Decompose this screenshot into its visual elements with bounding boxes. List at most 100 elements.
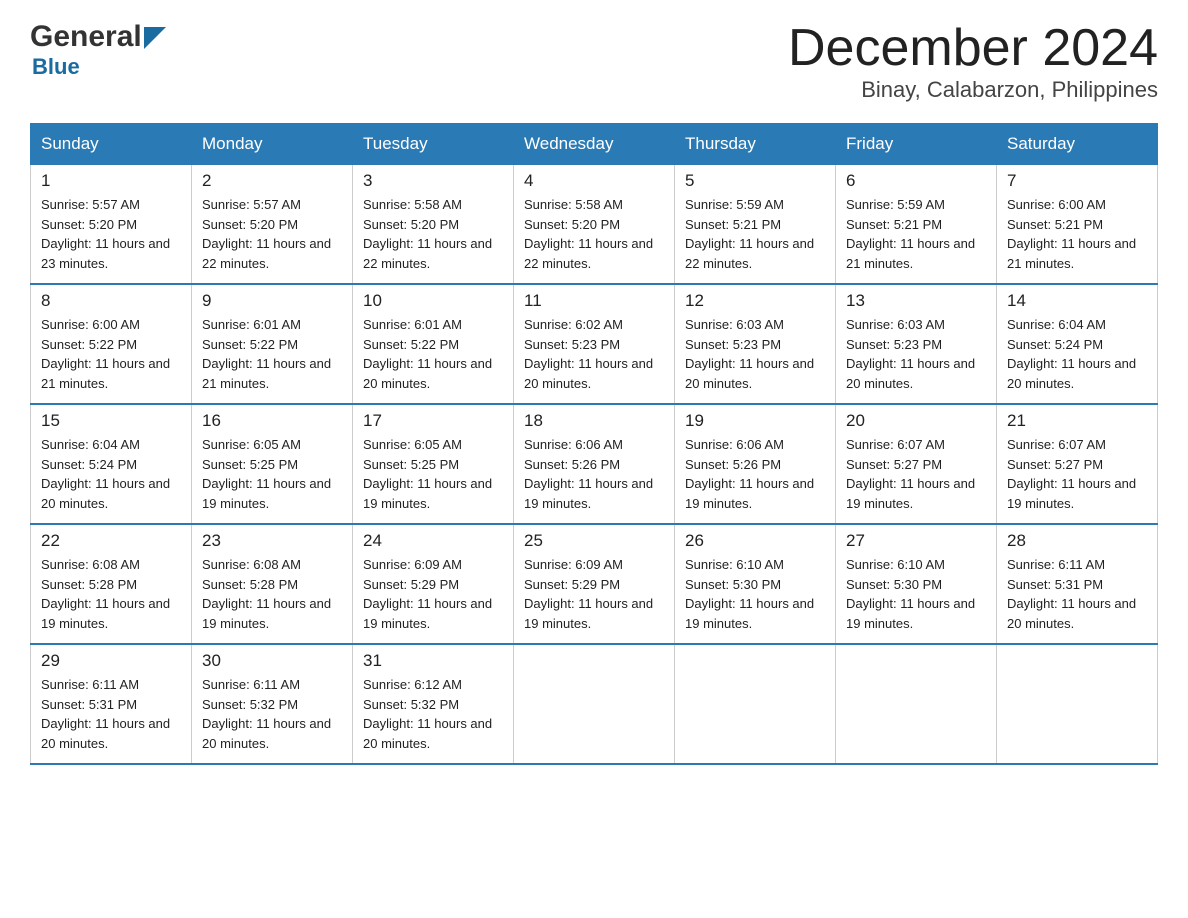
calendar-week-row: 29 Sunrise: 6:11 AMSunset: 5:31 PMDaylig… <box>31 644 1158 764</box>
calendar-cell: 11 Sunrise: 6:02 AMSunset: 5:23 PMDaylig… <box>514 284 675 404</box>
calendar-cell <box>514 644 675 764</box>
weekday-header-monday: Monday <box>192 124 353 165</box>
sun-info: Sunrise: 6:05 AMSunset: 5:25 PMDaylight:… <box>202 435 342 513</box>
calendar-cell: 29 Sunrise: 6:11 AMSunset: 5:31 PMDaylig… <box>31 644 192 764</box>
day-number: 16 <box>202 411 342 431</box>
day-number: 27 <box>846 531 986 551</box>
sun-info: Sunrise: 6:03 AMSunset: 5:23 PMDaylight:… <box>685 315 825 393</box>
logo-triangle-icon <box>144 27 166 49</box>
calendar-cell: 9 Sunrise: 6:01 AMSunset: 5:22 PMDayligh… <box>192 284 353 404</box>
calendar-cell: 19 Sunrise: 6:06 AMSunset: 5:26 PMDaylig… <box>675 404 836 524</box>
sun-info: Sunrise: 6:05 AMSunset: 5:25 PMDaylight:… <box>363 435 503 513</box>
calendar-cell: 21 Sunrise: 6:07 AMSunset: 5:27 PMDaylig… <box>997 404 1158 524</box>
day-number: 14 <box>1007 291 1147 311</box>
day-number: 15 <box>41 411 181 431</box>
calendar-cell: 27 Sunrise: 6:10 AMSunset: 5:30 PMDaylig… <box>836 524 997 644</box>
sun-info: Sunrise: 6:11 AMSunset: 5:31 PMDaylight:… <box>1007 555 1147 633</box>
day-number: 30 <box>202 651 342 671</box>
calendar-cell: 6 Sunrise: 5:59 AMSunset: 5:21 PMDayligh… <box>836 165 997 285</box>
calendar-cell: 24 Sunrise: 6:09 AMSunset: 5:29 PMDaylig… <box>353 524 514 644</box>
sun-info: Sunrise: 6:08 AMSunset: 5:28 PMDaylight:… <box>41 555 181 633</box>
sun-info: Sunrise: 6:04 AMSunset: 5:24 PMDaylight:… <box>1007 315 1147 393</box>
sun-info: Sunrise: 6:09 AMSunset: 5:29 PMDaylight:… <box>363 555 503 633</box>
calendar-cell: 28 Sunrise: 6:11 AMSunset: 5:31 PMDaylig… <box>997 524 1158 644</box>
sun-info: Sunrise: 6:02 AMSunset: 5:23 PMDaylight:… <box>524 315 664 393</box>
calendar-cell: 2 Sunrise: 5:57 AMSunset: 5:20 PMDayligh… <box>192 165 353 285</box>
day-number: 13 <box>846 291 986 311</box>
calendar-week-row: 22 Sunrise: 6:08 AMSunset: 5:28 PMDaylig… <box>31 524 1158 644</box>
sun-info: Sunrise: 6:10 AMSunset: 5:30 PMDaylight:… <box>846 555 986 633</box>
sun-info: Sunrise: 6:11 AMSunset: 5:31 PMDaylight:… <box>41 675 181 753</box>
calendar-cell: 25 Sunrise: 6:09 AMSunset: 5:29 PMDaylig… <box>514 524 675 644</box>
calendar-cell <box>836 644 997 764</box>
day-number: 1 <box>41 171 181 191</box>
day-number: 24 <box>363 531 503 551</box>
sun-info: Sunrise: 6:03 AMSunset: 5:23 PMDaylight:… <box>846 315 986 393</box>
calendar-cell: 15 Sunrise: 6:04 AMSunset: 5:24 PMDaylig… <box>31 404 192 524</box>
calendar-cell: 3 Sunrise: 5:58 AMSunset: 5:20 PMDayligh… <box>353 165 514 285</box>
day-number: 25 <box>524 531 664 551</box>
day-number: 2 <box>202 171 342 191</box>
calendar-cell: 31 Sunrise: 6:12 AMSunset: 5:32 PMDaylig… <box>353 644 514 764</box>
calendar-cell: 12 Sunrise: 6:03 AMSunset: 5:23 PMDaylig… <box>675 284 836 404</box>
sun-info: Sunrise: 6:00 AMSunset: 5:22 PMDaylight:… <box>41 315 181 393</box>
sun-info: Sunrise: 6:10 AMSunset: 5:30 PMDaylight:… <box>685 555 825 633</box>
calendar-cell: 5 Sunrise: 5:59 AMSunset: 5:21 PMDayligh… <box>675 165 836 285</box>
weekday-header-friday: Friday <box>836 124 997 165</box>
weekday-header-wednesday: Wednesday <box>514 124 675 165</box>
calendar-cell: 14 Sunrise: 6:04 AMSunset: 5:24 PMDaylig… <box>997 284 1158 404</box>
sun-info: Sunrise: 5:59 AMSunset: 5:21 PMDaylight:… <box>685 195 825 273</box>
calendar-cell: 20 Sunrise: 6:07 AMSunset: 5:27 PMDaylig… <box>836 404 997 524</box>
sun-info: Sunrise: 5:57 AMSunset: 5:20 PMDaylight:… <box>41 195 181 273</box>
day-number: 28 <box>1007 531 1147 551</box>
sun-info: Sunrise: 5:58 AMSunset: 5:20 PMDaylight:… <box>524 195 664 273</box>
calendar-table: SundayMondayTuesdayWednesdayThursdayFrid… <box>30 123 1158 765</box>
sun-info: Sunrise: 6:07 AMSunset: 5:27 PMDaylight:… <box>1007 435 1147 513</box>
page-subtitle: Binay, Calabarzon, Philippines <box>788 77 1158 103</box>
sun-info: Sunrise: 6:06 AMSunset: 5:26 PMDaylight:… <box>685 435 825 513</box>
day-number: 19 <box>685 411 825 431</box>
calendar-week-row: 15 Sunrise: 6:04 AMSunset: 5:24 PMDaylig… <box>31 404 1158 524</box>
sun-info: Sunrise: 6:07 AMSunset: 5:27 PMDaylight:… <box>846 435 986 513</box>
calendar-cell: 16 Sunrise: 6:05 AMSunset: 5:25 PMDaylig… <box>192 404 353 524</box>
calendar-cell: 22 Sunrise: 6:08 AMSunset: 5:28 PMDaylig… <box>31 524 192 644</box>
calendar-cell <box>997 644 1158 764</box>
day-number: 10 <box>363 291 503 311</box>
day-number: 11 <box>524 291 664 311</box>
day-number: 23 <box>202 531 342 551</box>
day-number: 29 <box>41 651 181 671</box>
weekday-header-sunday: Sunday <box>31 124 192 165</box>
sun-info: Sunrise: 5:57 AMSunset: 5:20 PMDaylight:… <box>202 195 342 273</box>
calendar-week-row: 1 Sunrise: 5:57 AMSunset: 5:20 PMDayligh… <box>31 165 1158 285</box>
calendar-cell: 13 Sunrise: 6:03 AMSunset: 5:23 PMDaylig… <box>836 284 997 404</box>
calendar-cell: 18 Sunrise: 6:06 AMSunset: 5:26 PMDaylig… <box>514 404 675 524</box>
weekday-header-row: SundayMondayTuesdayWednesdayThursdayFrid… <box>31 124 1158 165</box>
title-block: December 2024 Binay, Calabarzon, Philipp… <box>788 20 1158 103</box>
page-header: General Blue December 2024 Binay, Calaba… <box>30 20 1158 103</box>
day-number: 18 <box>524 411 664 431</box>
logo-blue-text: Blue <box>32 54 80 79</box>
sun-info: Sunrise: 6:04 AMSunset: 5:24 PMDaylight:… <box>41 435 181 513</box>
weekday-header-tuesday: Tuesday <box>353 124 514 165</box>
day-number: 17 <box>363 411 503 431</box>
sun-info: Sunrise: 5:59 AMSunset: 5:21 PMDaylight:… <box>846 195 986 273</box>
sun-info: Sunrise: 6:11 AMSunset: 5:32 PMDaylight:… <box>202 675 342 753</box>
weekday-header-thursday: Thursday <box>675 124 836 165</box>
day-number: 8 <box>41 291 181 311</box>
calendar-cell: 4 Sunrise: 5:58 AMSunset: 5:20 PMDayligh… <box>514 165 675 285</box>
calendar-cell: 1 Sunrise: 5:57 AMSunset: 5:20 PMDayligh… <box>31 165 192 285</box>
sun-info: Sunrise: 6:12 AMSunset: 5:32 PMDaylight:… <box>363 675 503 753</box>
calendar-cell: 8 Sunrise: 6:00 AMSunset: 5:22 PMDayligh… <box>31 284 192 404</box>
weekday-header-saturday: Saturday <box>997 124 1158 165</box>
day-number: 26 <box>685 531 825 551</box>
calendar-cell: 26 Sunrise: 6:10 AMSunset: 5:30 PMDaylig… <box>675 524 836 644</box>
page-title: December 2024 <box>788 20 1158 77</box>
logo: General Blue <box>30 20 166 80</box>
calendar-cell: 10 Sunrise: 6:01 AMSunset: 5:22 PMDaylig… <box>353 284 514 404</box>
day-number: 3 <box>363 171 503 191</box>
sun-info: Sunrise: 6:08 AMSunset: 5:28 PMDaylight:… <box>202 555 342 633</box>
day-number: 12 <box>685 291 825 311</box>
day-number: 22 <box>41 531 181 551</box>
day-number: 20 <box>846 411 986 431</box>
calendar-cell: 17 Sunrise: 6:05 AMSunset: 5:25 PMDaylig… <box>353 404 514 524</box>
